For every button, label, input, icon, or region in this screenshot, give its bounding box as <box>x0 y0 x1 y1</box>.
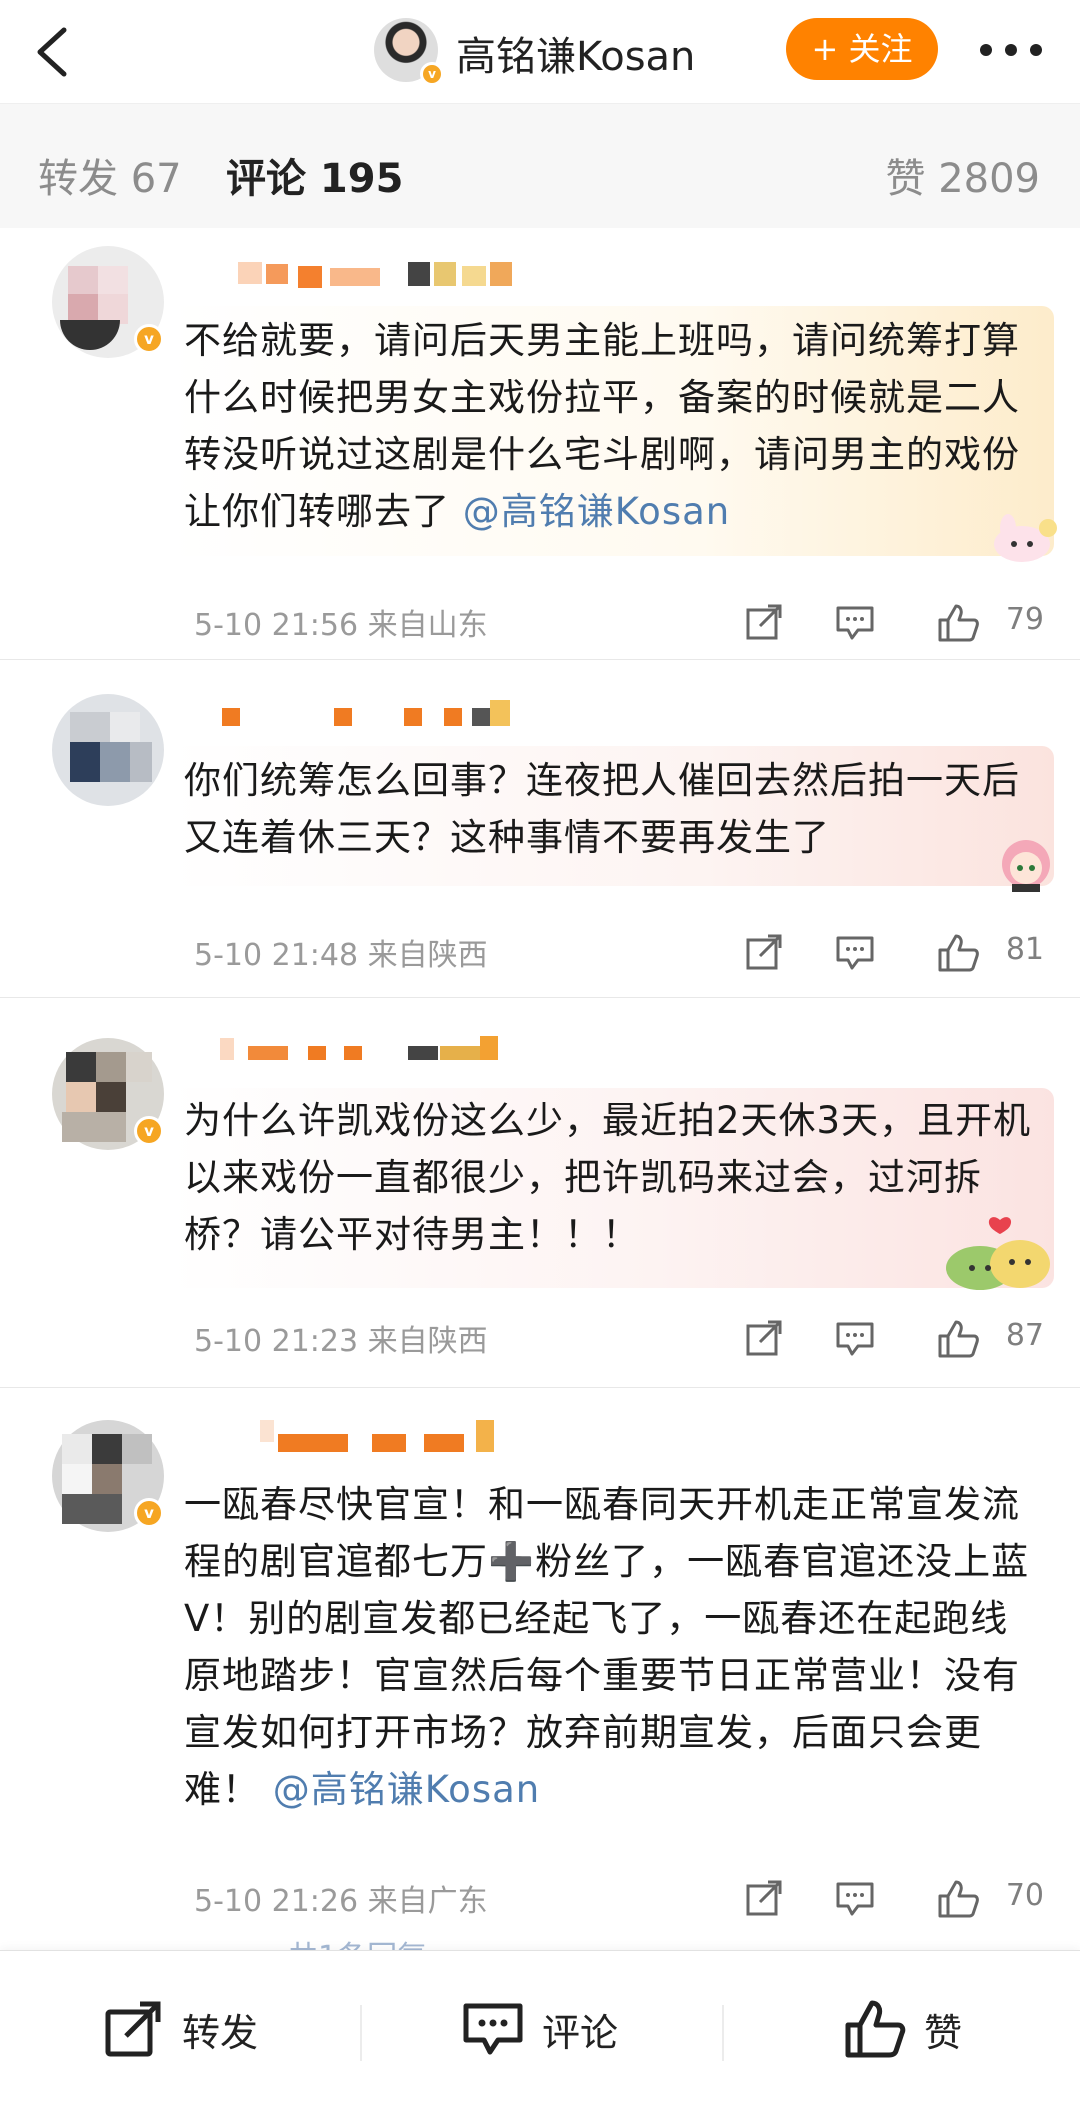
tab-comments[interactable]: 评论 195 <box>226 146 403 204</box>
comment-time: 5-10 21:48 <box>194 938 359 973</box>
comment-item: v 不给就要，请问后天男主能上班吗，请问统筹打算什么时候把男女主戏份拉平，备案的… <box>0 228 1080 660</box>
avatar[interactable]: v <box>52 1420 164 1532</box>
like-count: 79 <box>1005 602 1044 637</box>
comment-location: 来自广东 <box>367 1884 488 1919</box>
repost-icon[interactable] <box>744 932 784 972</box>
comment-time: 5-10 21:56 <box>194 608 359 643</box>
anime-girl-sticker-icon <box>1002 840 1050 892</box>
mention-link[interactable]: @高铭谦Kosan <box>463 490 730 533</box>
more-dots-icon[interactable] <box>978 42 1044 58</box>
like-icon[interactable] <box>936 932 980 974</box>
comment-actions: 70 <box>744 1874 1044 1924</box>
comment-icon <box>463 2003 523 2055</box>
author-name[interactable]: 高铭谦Kosan <box>456 24 695 82</box>
dumpling-sticker-icon <box>946 1217 1050 1290</box>
comment-item: v 为什么许凯戏份这么少，最近拍2天休3天，且开机以来戏份一直都很少，把许凯码来… <box>0 998 1080 1388</box>
bunny-sticker-icon <box>994 514 1057 562</box>
bottom-repost-button[interactable]: 转发 <box>104 1997 258 2061</box>
like-count: 87 <box>1005 1318 1044 1353</box>
repost-icon[interactable] <box>744 1318 784 1358</box>
bottom-action-bar: 转发 评论 赞 <box>0 1950 1080 2117</box>
username-redacted <box>238 262 538 292</box>
bottom-comment-button[interactable]: 评论 <box>462 1997 618 2061</box>
bottom-like-button[interactable]: 赞 <box>844 1997 962 2061</box>
top-nav-bar: v 高铭谦Kosan + 关注 <box>0 0 1080 104</box>
comment-icon[interactable] <box>834 1878 876 1918</box>
avatar[interactable]: v <box>52 1038 164 1150</box>
comment-text: 为什么许凯戏份这么少，最近拍2天休3天，且开机以来戏份一直都很少，把许凯码来过会… <box>184 1099 1032 1256</box>
comment-location: 来自陕西 <box>367 1324 488 1359</box>
verified-badge-icon: v <box>134 1498 164 1528</box>
comment-meta: 5-10 21:26 来自广东 <box>194 1876 488 1920</box>
comment-text: 不给就要，请问后天男主能上班吗，请问统筹打算什么时候把男女主戏份拉平，备案的时候… <box>184 319 1020 533</box>
verified-badge-icon: v <box>134 1116 164 1146</box>
comment-meta: 5-10 21:56 来自山东 <box>194 600 488 644</box>
comment-meta: 5-10 21:23 来自陕西 <box>194 1316 488 1360</box>
comment-text: 一瓯春尽快官宣！和一瓯春同天开机走正常宣发流程的剧官逭都七万➕粉丝了，一瓯春官逭… <box>184 1483 1030 1811</box>
comment-item: 你们统筹怎么回事？连夜把人催回去然后拍一天后又连着休三天？这种事情不要再发生了 … <box>0 660 1080 998</box>
comment-location: 来自山东 <box>367 608 488 643</box>
comment-time: 5-10 21:23 <box>194 1324 359 1359</box>
comment-text: 你们统筹怎么回事？连夜把人催回去然后拍一天后又连着休三天？这种事情不要再发生了 <box>184 759 1020 859</box>
divider <box>360 2005 362 2061</box>
like-icon[interactable] <box>936 1318 980 1360</box>
tab-likes[interactable]: 赞 2809 <box>885 146 1040 204</box>
comment-actions: 87 <box>744 1314 1044 1364</box>
like-count: 70 <box>1005 1878 1044 1913</box>
repost-icon[interactable] <box>744 602 784 642</box>
username-redacted <box>218 1036 518 1066</box>
stats-tabs: 转发 67 评论 195 赞 2809 <box>0 104 1080 228</box>
repost-icon[interactable] <box>744 1878 784 1918</box>
mention-link[interactable]: @高铭谦Kosan <box>273 1768 540 1811</box>
like-icon[interactable] <box>936 602 980 644</box>
like-icon[interactable] <box>936 1878 980 1920</box>
comment-actions: 81 <box>744 928 1044 978</box>
comment-body: 一瓯春尽快官宣！和一瓯春同天开机走正常宣发流程的剧官逭都七万➕粉丝了，一瓯春官逭… <box>184 1476 1044 1818</box>
repost-icon <box>105 2001 161 2057</box>
follow-button[interactable]: + 关注 <box>786 18 938 80</box>
bottom-like-label: 赞 <box>924 2010 963 2055</box>
divider <box>722 2005 724 2061</box>
comment-item: v 一瓯春尽快官宣！和一瓯春同天开机走正常宣发流程的剧官逭都七万➕粉丝了，一瓯春… <box>0 1388 1080 1950</box>
comment-body: 为什么许凯戏份这么少，最近拍2天休3天，且开机以来戏份一直都很少，把许凯码来过会… <box>184 1092 1044 1263</box>
comment-meta: 5-10 21:48 来自陕西 <box>194 930 488 974</box>
tab-repost[interactable]: 转发 67 <box>38 146 182 204</box>
back-arrow-icon[interactable] <box>28 22 78 82</box>
verified-badge-icon: v <box>420 62 444 86</box>
username-redacted <box>218 700 518 730</box>
bottom-comment-label: 评论 <box>542 2010 619 2055</box>
comment-time: 5-10 21:26 <box>194 1884 359 1919</box>
like-count: 81 <box>1005 932 1044 967</box>
comment-icon[interactable] <box>834 1318 876 1358</box>
avatar[interactable] <box>52 694 164 806</box>
avatar[interactable]: v <box>52 246 164 358</box>
bottom-repost-label: 转发 <box>182 2010 259 2055</box>
verified-badge-icon: v <box>134 324 164 354</box>
comment-body: 不给就要，请问后天男主能上班吗，请问统筹打算什么时候把男女主戏份拉平，备案的时候… <box>184 312 1044 540</box>
comment-body: 你们统筹怎么回事？连夜把人催回去然后拍一天后又连着休三天？这种事情不要再发生了 <box>184 752 1044 866</box>
comment-icon[interactable] <box>834 932 876 972</box>
like-icon <box>845 2000 906 2058</box>
comment-location: 来自陕西 <box>367 938 488 973</box>
author-avatar[interactable]: v <box>374 18 444 86</box>
comment-icon[interactable] <box>834 602 876 642</box>
username-redacted <box>260 1420 520 1460</box>
comment-actions: 79 <box>744 598 1044 648</box>
